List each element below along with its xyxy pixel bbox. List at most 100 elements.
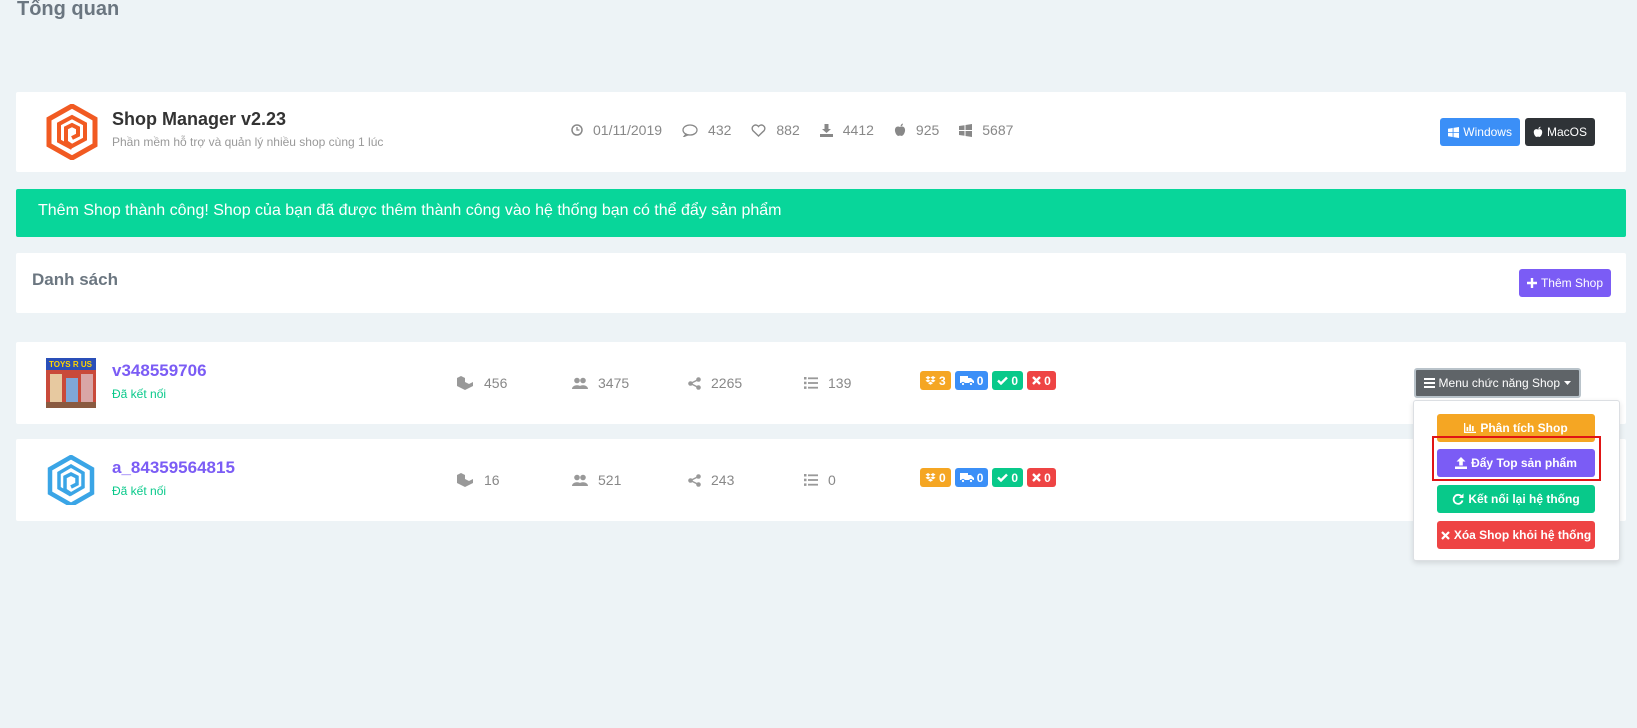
truck-icon	[959, 375, 974, 386]
add-shop-label: Thêm Shop	[1540, 276, 1603, 290]
stat-shares: 243	[688, 472, 804, 488]
windows-download-button[interactable]: Windows	[1440, 118, 1520, 146]
menu-item-label: Phân tích Shop	[1480, 421, 1568, 435]
cubes-icon	[457, 376, 473, 390]
stat-likes-value: 882	[776, 122, 800, 138]
shop-status: Đã kết nối	[112, 387, 167, 401]
windows-button-label: Windows	[1463, 125, 1512, 139]
stat-followers: 521	[572, 472, 688, 488]
order-badges: 0 0 0 0	[920, 468, 1056, 487]
heart-icon	[751, 123, 766, 137]
stat-followers: 3475	[572, 375, 688, 391]
stat-items: 0	[804, 472, 920, 488]
close-icon	[1441, 530, 1450, 540]
stat-products: 456	[456, 375, 572, 391]
app-logo-icon	[46, 104, 98, 160]
windows-icon	[959, 123, 973, 137]
badge-cancelled-value: 0	[1044, 373, 1051, 388]
shop-stats: 456 3475 2265 139	[456, 375, 920, 391]
badge-shipping: 0	[954, 468, 989, 487]
stat-windows-value: 5687	[982, 122, 1014, 138]
menu-item-remove-shop[interactable]: Xóa Shop khỏi hệ thống	[1437, 521, 1595, 549]
stat-comments: 432	[682, 122, 731, 138]
dropbox-icon	[925, 472, 936, 482]
stat-shares: 2265	[688, 375, 804, 391]
badge-done: 0	[992, 371, 1024, 390]
shop-name[interactable]: v348559706	[112, 361, 207, 381]
stat-date: 01/11/2019	[571, 122, 662, 138]
list-title: Danh sách	[32, 270, 118, 289]
shop-avatar	[46, 455, 96, 505]
badge-done: 0	[992, 468, 1024, 487]
badge-cancelled: 0	[1027, 371, 1056, 390]
stat-downloads: 4412	[819, 122, 874, 138]
dropbox-icon	[925, 375, 936, 385]
badge-cancelled-value: 0	[1044, 470, 1051, 485]
windows-icon	[1448, 126, 1460, 138]
refresh-icon	[1453, 493, 1464, 505]
list-header-card: Danh sách Thêm Shop	[16, 253, 1626, 313]
badge-shipping-value: 0	[976, 470, 984, 485]
shop-menu-label: Menu chức năng Shop	[1438, 376, 1560, 390]
close-icon	[1032, 473, 1041, 482]
stat-items-value: 0	[828, 472, 836, 488]
shop-name[interactable]: a_84359564815	[112, 458, 235, 478]
caret-down-icon	[1564, 381, 1571, 385]
check-icon	[997, 376, 1009, 385]
stat-windows: 5687	[959, 122, 1013, 138]
clock-icon	[571, 124, 583, 136]
comment-icon	[682, 123, 698, 137]
app-stats: 01/11/2019 432 882 4412 925 5687	[571, 122, 1033, 138]
stat-products: 16	[456, 472, 572, 488]
app-name: Shop Manager v2.23	[112, 109, 287, 129]
stat-items-value: 139	[828, 375, 852, 391]
stat-likes: 882	[751, 122, 800, 138]
macos-download-button[interactable]: MacOS	[1524, 118, 1595, 146]
menu-item-label: Xóa Shop khỏi hệ thống	[1453, 528, 1592, 542]
list-icon	[804, 474, 818, 486]
download-icon	[819, 123, 833, 137]
shop-row: a_84359564815 Đã kết nối 16 521 243 0 0 …	[16, 439, 1626, 521]
download-buttons: Windows MacOS	[1440, 118, 1595, 146]
plus-icon	[1526, 278, 1537, 288]
stat-followers-value: 3475	[598, 375, 630, 391]
share-icon	[688, 473, 701, 487]
badge-cancelled: 0	[1027, 468, 1056, 487]
shop-avatar: TOYS R US	[46, 358, 96, 408]
badge-done-value: 0	[1011, 470, 1019, 485]
success-alert: Thêm Shop thành công! Shop của bạn đã đư…	[16, 189, 1626, 237]
menu-item-reconnect[interactable]: Kết nối lại hệ thống	[1437, 485, 1595, 513]
badge-shipping: 0	[954, 371, 989, 390]
stat-products-value: 16	[484, 472, 500, 488]
badge-shipping-value: 0	[976, 373, 984, 388]
stat-shares-value: 2265	[711, 375, 743, 391]
shop-stats: 16 521 243 0	[456, 472, 920, 488]
users-icon	[572, 377, 588, 389]
close-icon	[1032, 376, 1041, 385]
apple-icon	[1533, 126, 1543, 137]
menu-item-label: Kết nối lại hệ thống	[1468, 492, 1580, 506]
page-title: Tổng quan	[17, 0, 120, 20]
cubes-icon	[457, 473, 473, 487]
stat-shares-value: 243	[711, 472, 735, 488]
stat-date-value: 01/11/2019	[593, 122, 663, 138]
badge-boxes-value: 0	[939, 470, 946, 485]
check-icon	[997, 473, 1009, 482]
bars-icon	[1423, 378, 1435, 388]
svg-text:TOYS R US: TOYS R US	[49, 360, 93, 369]
truck-icon	[959, 472, 974, 483]
order-badges: 3 0 0 0	[920, 371, 1056, 390]
stat-items: 139	[804, 375, 920, 391]
stat-products-value: 456	[484, 375, 508, 391]
selection-highlight	[1432, 436, 1601, 481]
badge-done-value: 0	[1011, 373, 1019, 388]
stat-followers-value: 521	[598, 472, 622, 488]
badge-boxes-value: 3	[939, 373, 946, 388]
share-icon	[688, 376, 701, 390]
add-shop-button[interactable]: Thêm Shop	[1518, 269, 1611, 297]
apple-icon	[894, 123, 905, 136]
app-info-card: Shop Manager v2.23 Phần mềm hỗ trợ và qu…	[16, 92, 1626, 172]
macos-button-label: MacOS	[1546, 125, 1587, 139]
shop-menu-toggle[interactable]: Menu chức năng Shop	[1413, 368, 1581, 398]
shop-row: TOYS R US v348559706 Đã kết nối 456 3475…	[16, 342, 1626, 424]
